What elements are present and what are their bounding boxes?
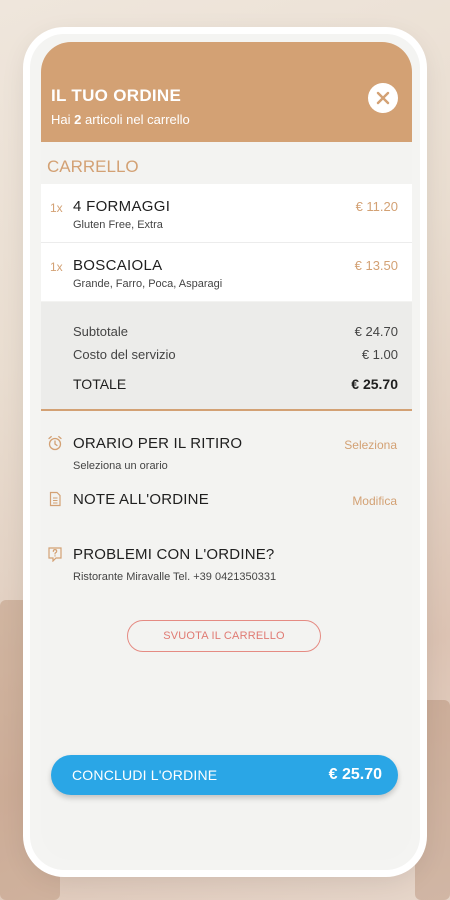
close-button[interactable]	[368, 83, 398, 113]
pickup-subtitle: Seleziona un orario	[73, 460, 168, 472]
item-options: Gluten Free, Extra	[73, 219, 163, 231]
help-icon	[48, 547, 62, 562]
order-header: IL TUO ORDINE Hai 2 articoli nel carrell…	[41, 42, 412, 142]
item-name: 4 FORMAGGI	[73, 198, 171, 215]
order-notes-row[interactable]: NOTE ALL'ORDINE Modifica	[41, 491, 412, 515]
item-quantity: 1x	[50, 201, 63, 215]
item-name: BOSCAIOLA	[73, 257, 163, 274]
subtitle-suffix: articoli nel carrello	[85, 112, 190, 127]
subtotal-value: € 24.70	[354, 324, 398, 339]
cart-item[interactable]: 1x 4 FORMAGGI Gluten Free, Extra € 11.20	[41, 184, 412, 243]
cart-section-title: CARRELLO	[47, 157, 139, 176]
notes-title: NOTE ALL'ORDINE	[73, 491, 209, 508]
pickup-time-row[interactable]: ORARIO PER IL RITIRO Seleziona un orario…	[41, 435, 412, 475]
service-label: Costo del servizio	[73, 347, 176, 362]
problems-title: PROBLEMI CON L'ORDINE?	[73, 546, 275, 563]
checkout-button[interactable]: CONCLUDI L'ORDINE € 25.70	[51, 755, 398, 795]
total-label: TOTALE	[73, 376, 127, 392]
subtotal-row: Subtotale € 24.70	[73, 324, 398, 339]
service-value: € 1.00	[361, 347, 398, 362]
background-photo-right	[415, 700, 450, 900]
order-problems-row[interactable]: PROBLEMI CON L'ORDINE? Ristorante Mirava…	[41, 546, 412, 586]
item-price: € 13.50	[354, 258, 398, 273]
totals-panel: Subtotale € 24.70 Costo del servizio € 1…	[41, 302, 412, 411]
restaurant-contact: Ristorante Miravalle Tel. +39 0421350331	[73, 571, 277, 583]
checkout-label: CONCLUDI L'ORDINE	[72, 767, 218, 783]
empty-cart-button[interactable]: SVUOTA IL CARRELLO	[127, 620, 321, 652]
subtitle-prefix: Hai	[51, 112, 71, 127]
pickup-title: ORARIO PER IL RITIRO	[73, 435, 243, 452]
select-time-link[interactable]: Seleziona	[344, 438, 397, 452]
order-screen: IL TUO ORDINE Hai 2 articoli nel carrell…	[41, 42, 412, 860]
checkout-amount: € 25.70	[328, 766, 382, 783]
document-icon	[49, 491, 61, 507]
total-row: TOTALE € 25.70	[73, 376, 398, 392]
cart-item[interactable]: 1x BOSCAIOLA Grande, Farro, Poca, Aspara…	[41, 243, 412, 301]
service-row: Costo del servizio € 1.00	[73, 347, 398, 362]
item-count: 2	[74, 112, 82, 127]
item-options: Grande, Farro, Poca, Asparagi	[73, 278, 223, 290]
edit-notes-link[interactable]: Modifica	[352, 494, 397, 508]
item-price: € 11.20	[355, 199, 398, 214]
item-quantity: 1x	[50, 260, 63, 274]
close-icon	[376, 91, 390, 105]
cart-list: 1x 4 FORMAGGI Gluten Free, Extra € 11.20…	[41, 184, 412, 301]
subtotal-label: Subtotale	[73, 324, 128, 339]
alarm-clock-icon	[48, 435, 62, 451]
total-value: € 25.70	[351, 376, 398, 392]
cart-summary: Hai 2 articoli nel carrello	[51, 112, 190, 127]
page-title: IL TUO ORDINE	[51, 86, 182, 105]
